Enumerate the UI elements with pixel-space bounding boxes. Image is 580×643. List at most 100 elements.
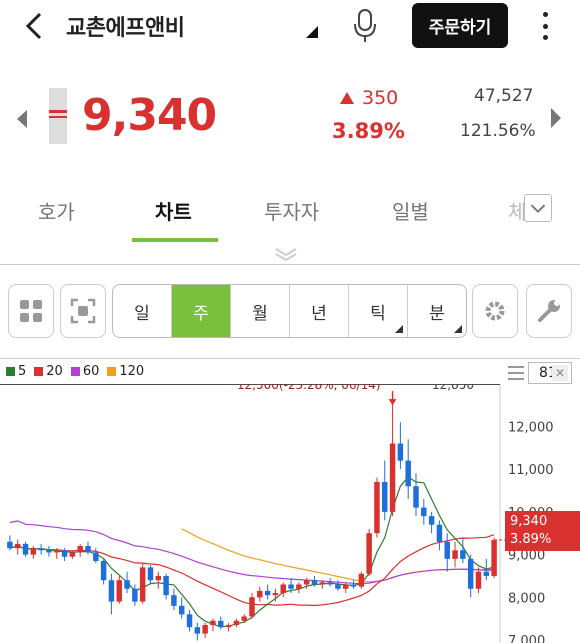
candle-body (38, 548, 44, 551)
candle-body (14, 543, 21, 549)
legend-item: 5 (6, 364, 26, 379)
chart-menu-icon[interactable] (508, 366, 524, 380)
close-icon[interactable]: ✕ (552, 365, 568, 381)
stock-name-title[interactable]: 교촌에프앤비 (66, 10, 185, 42)
candle-body (303, 580, 310, 585)
candle-body (389, 443, 396, 512)
candle-body (218, 620, 224, 628)
candle-body (100, 560, 107, 581)
candle-body (30, 548, 37, 555)
candle-body (124, 580, 130, 589)
candle-body (155, 575, 162, 581)
candle-body (280, 584, 286, 594)
gear-icon (485, 301, 505, 321)
candle-body (85, 546, 91, 553)
more-options-icon[interactable] (535, 10, 555, 42)
candle-body (319, 582, 326, 585)
candle-body (186, 614, 193, 628)
candle-body (132, 588, 138, 602)
submenu-corner-icon (454, 325, 462, 333)
candle-body (54, 550, 60, 553)
candle-body (288, 584, 294, 589)
period-selector: 일주월년틱 분 (112, 284, 467, 338)
legend-item: 20 (34, 364, 63, 379)
candle-body (397, 443, 404, 461)
indicator-grid-button[interactable] (8, 284, 54, 338)
candle-body (108, 580, 115, 602)
candle-body (225, 625, 232, 628)
tab-chart[interactable]: 차트 (155, 196, 192, 225)
candle-body (335, 584, 341, 589)
period-1[interactable]: 주 (172, 285, 231, 337)
settings-button[interactable] (472, 284, 518, 338)
microphone-icon[interactable] (352, 8, 378, 44)
period-3[interactable]: 년 (290, 285, 349, 337)
candle-body (249, 597, 255, 617)
legend-swatch (107, 367, 117, 376)
candle-body (77, 546, 83, 553)
candle-body (257, 590, 263, 598)
chevron-down-icon[interactable] (524, 194, 552, 222)
candle-body (421, 507, 427, 517)
candle-body (311, 580, 318, 585)
y-tick-label: 12,000 (508, 420, 554, 435)
period-5[interactable]: 분 (408, 285, 466, 337)
candle-body (22, 543, 29, 555)
candle-body (405, 460, 411, 487)
capture-button[interactable] (60, 284, 106, 338)
collapse-chevron-icon[interactable] (272, 246, 300, 262)
volume-ratio: 121.56% (460, 121, 536, 141)
price-change-percent: 3.89% (332, 119, 405, 143)
period-4[interactable]: 틱 (349, 285, 408, 337)
price-range-indicator (49, 88, 67, 144)
legend-label: 5 (18, 364, 27, 379)
current-change-tag-value: 3.89% (510, 532, 552, 547)
period-2[interactable]: 월 (231, 285, 290, 337)
back-arrow-icon[interactable] (22, 10, 50, 42)
candle-body (93, 552, 99, 561)
price-change: 350 (340, 87, 398, 109)
candle-body (296, 584, 302, 589)
current-price: 9,340 (82, 90, 217, 141)
candle-body (264, 590, 271, 596)
legend-swatch (34, 367, 44, 376)
candle-body (342, 584, 349, 589)
tab-hoga[interactable]: 호가 (38, 196, 75, 225)
candle-body (241, 616, 247, 621)
y-tick-label: 8,000 (508, 591, 545, 606)
tab-investor[interactable]: 투자자 (264, 196, 319, 225)
next-stock-arrow-icon[interactable] (551, 108, 561, 128)
candle-body (452, 550, 458, 559)
current-price-tag: 9,340 3.89% (505, 511, 580, 551)
divider (0, 264, 580, 265)
high-arrow-head (388, 399, 397, 406)
current-price-tag-value: 9,340 (510, 514, 548, 529)
tools-button[interactable] (526, 284, 572, 338)
active-tab-underline (132, 238, 218, 242)
candle-body (163, 575, 169, 596)
period-label: 틱 (370, 303, 386, 324)
screen-capture-icon (70, 298, 96, 324)
order-button[interactable]: 주문하기 (412, 3, 508, 48)
trading-volume: 47,527 (474, 86, 534, 106)
high-annotation: 12,500(-25.28%, 06/14) (237, 384, 381, 392)
stock-selector-dropdown-icon[interactable] (306, 26, 318, 38)
candle-body (413, 486, 419, 508)
candle-body (272, 593, 279, 596)
y-tick-label: 7,000 (508, 634, 545, 643)
zoom-count-box[interactable]: 81 ✕ (528, 362, 572, 384)
candle-body (428, 516, 435, 525)
candle-body (139, 567, 146, 602)
legend-label: 60 (82, 364, 100, 379)
candle-body (475, 571, 482, 589)
candle-body (194, 627, 201, 634)
previous-stock-arrow-icon[interactable] (17, 110, 27, 128)
legend-swatch (6, 367, 15, 376)
candle-body (178, 605, 185, 615)
candle-body (233, 620, 240, 626)
tab-daily[interactable]: 일별 (392, 196, 429, 225)
candlestick-chart[interactable]: 12,00011,00010,0009,0008,0007,00012,500(… (0, 384, 580, 643)
period-0[interactable]: 일 (113, 285, 172, 337)
legend-label: 20 (46, 364, 63, 379)
candle-body (358, 573, 365, 587)
